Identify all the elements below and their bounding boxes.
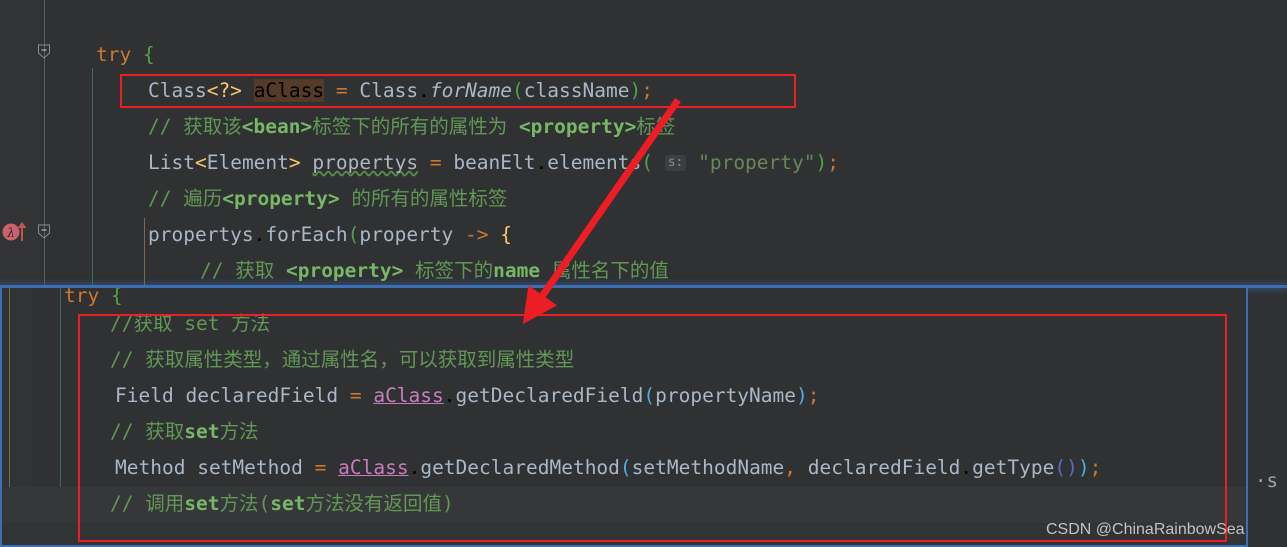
fold-collapse-icon[interactable] (38, 44, 51, 59)
lambda-marker-icon[interactable]: λ (2, 220, 28, 248)
code-line[interactable]: Class<?> aClass = Class.forName(classNam… (148, 73, 653, 109)
fold-collapse-icon[interactable] (38, 224, 51, 239)
indent-guide (144, 218, 145, 290)
edge-text-fragment: ·s (1255, 470, 1278, 492)
comment-line[interactable]: // 遍历<property> 的所有的属性标签 (148, 181, 507, 217)
comment-line[interactable]: // 获取属性类型，通过属性名，可以获取到属性类型 (110, 342, 574, 378)
comment-line[interactable]: // 获取 <property> 标签下的name 属性名下的值 (200, 253, 669, 289)
comment-line[interactable]: // 获取set方法 (110, 414, 258, 450)
parameter-hint-badge: s: (664, 155, 687, 171)
overlay-code-panel: try { //获取 set 方法 // 获取属性类型，通过属性名，可以获取到属… (0, 288, 1248, 547)
comment-line[interactable]: // 获取该<bean>标签下的所有的属性为 <property>标签 (148, 109, 675, 145)
svg-text:λ: λ (6, 226, 15, 240)
ide-editor-screenshot: λ try { Class<?> aClass = Class.forName(… (0, 0, 1287, 547)
indent-guide (92, 68, 93, 290)
code-line[interactable]: try { (96, 37, 155, 73)
comment-line[interactable]: // 调用set方法(set方法没有返回值) (110, 486, 454, 522)
comment-line[interactable]: //获取 set 方法 (110, 306, 270, 342)
code-line[interactable]: Field declaredField = aClass.getDeclared… (115, 378, 820, 414)
code-line[interactable]: Method setMethod = aClass.getDeclaredMet… (115, 450, 1101, 486)
code-line[interactable]: propertys.forEach(property -> { (148, 217, 512, 253)
csdn-watermark: CSDN @ChinaRainbowSea (1046, 521, 1245, 538)
code-line[interactable]: List<Element> propertys = beanElt.elemen… (148, 145, 839, 181)
